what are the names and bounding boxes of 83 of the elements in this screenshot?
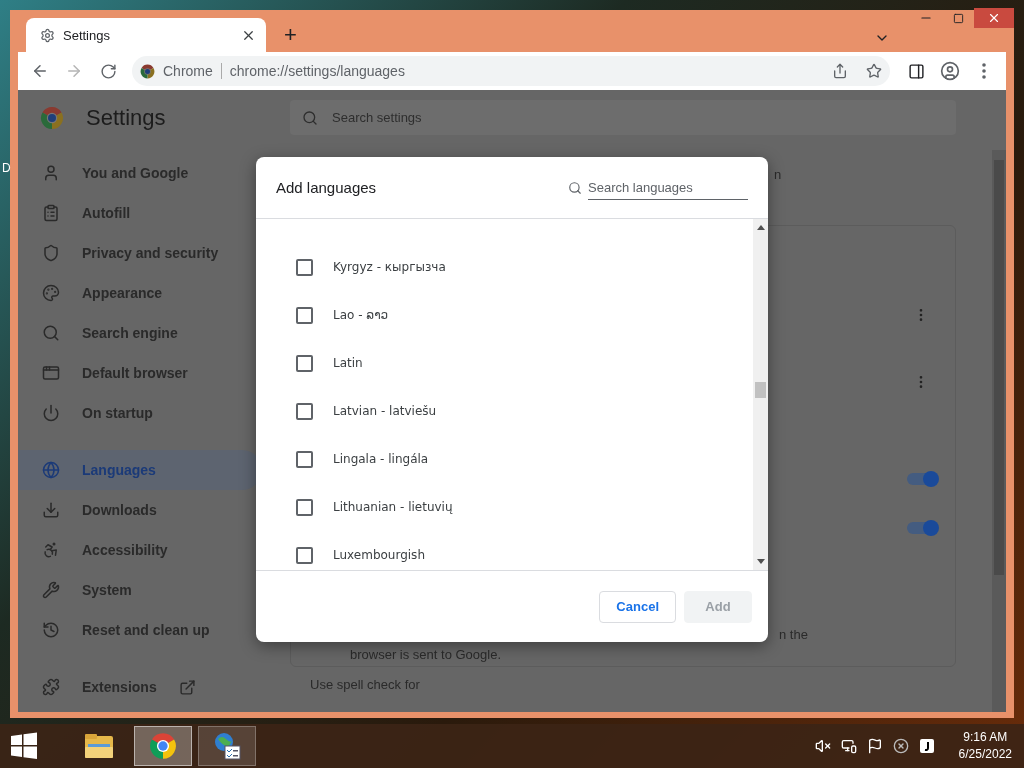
puzzle-icon — [42, 678, 60, 696]
checkbox[interactable] — [296, 498, 313, 516]
address-bar[interactable]: Chrome chrome://settings/languages — [132, 56, 890, 86]
shield-icon — [42, 244, 60, 262]
search-field[interactable]: Search settings — [290, 100, 956, 135]
windows-logo-icon — [10, 732, 38, 760]
toggle-switch[interactable] — [907, 471, 939, 487]
checkbox[interactable] — [296, 354, 313, 372]
language-label: Latvian - latviešu — [333, 404, 437, 418]
language-label: Latin — [333, 356, 363, 370]
language-label: Lao - ລາວ — [333, 308, 389, 322]
close-icon — [987, 11, 1001, 25]
sidebar-item[interactable]: Accessibility — [18, 530, 262, 570]
search-icon — [302, 109, 318, 126]
maximize-icon — [952, 12, 964, 24]
checkbox[interactable] — [296, 402, 313, 420]
taskbar-app-button[interactable] — [198, 726, 256, 766]
share-icon[interactable] — [832, 63, 848, 79]
text-fragment: n — [774, 167, 782, 182]
language-label: Lingala - lingála — [333, 452, 429, 466]
search-icon — [42, 324, 60, 342]
side-panel-icon — [907, 62, 925, 80]
dialog-title: Add languages — [276, 179, 377, 196]
clipboard-icon — [42, 204, 60, 222]
sidebar-item[interactable]: Reset and clean up — [18, 610, 262, 650]
language-label: Luxembourgish — [333, 548, 425, 562]
circle-x-icon[interactable] — [892, 738, 909, 754]
sidebar-item[interactable]: Default browser — [18, 353, 262, 393]
chrome-logo-icon — [149, 732, 177, 760]
gear-icon — [40, 27, 55, 43]
folder-icon — [84, 732, 114, 760]
reload-icon — [99, 62, 117, 80]
profile-icon — [940, 61, 960, 81]
globe-icon — [42, 461, 60, 479]
sidebar-item[interactable]: Downloads — [18, 490, 262, 530]
sidebar-item[interactable]: System — [18, 570, 262, 610]
history-icon — [42, 621, 60, 639]
speaker-muted-icon[interactable] — [814, 738, 831, 754]
search-icon — [568, 180, 582, 195]
network-icon[interactable] — [840, 738, 857, 754]
sidebar-item[interactable]: Autofill — [18, 193, 262, 233]
flag-icon[interactable] — [866, 738, 883, 754]
menu-icon — [982, 63, 986, 79]
checkbox[interactable] — [296, 258, 313, 276]
sidebar-item[interactable]: Search engine — [18, 313, 262, 353]
site-chip: Chrome — [163, 63, 222, 79]
external-link-icon — [178, 678, 196, 696]
checkbox[interactable] — [296, 546, 313, 564]
chrome-logo-icon — [40, 106, 64, 130]
tab-title: Settings — [63, 27, 111, 43]
globe-checklist-icon — [212, 731, 242, 761]
clock[interactable]: 9:16 AM 6/25/2022 — [958, 729, 1012, 763]
browser-tab[interactable]: Settings — [26, 18, 266, 52]
checkbox[interactable] — [296, 450, 313, 468]
toggle-switch[interactable] — [907, 520, 939, 536]
checkbox[interactable] — [296, 306, 313, 324]
clock-date: 6/25/2022 — [958, 746, 1012, 763]
cancel-button[interactable]: Cancel — [599, 590, 676, 623]
power-icon — [42, 404, 60, 422]
settings-title: Settings — [86, 105, 166, 131]
section-label: Use spell check for — [310, 677, 420, 692]
j-app-icon[interactable] — [918, 738, 935, 754]
person-icon — [42, 164, 60, 182]
bookmark-star-icon[interactable] — [866, 63, 882, 79]
text-fragment: n the — [779, 627, 808, 642]
accessibility-icon — [42, 541, 60, 559]
chrome-logo-icon — [140, 63, 155, 79]
desktop-icon-label: D — [2, 161, 11, 175]
sidebar-item[interactable]: Appearance — [18, 273, 262, 313]
download-icon — [42, 501, 60, 519]
language-label: Kyrgyz - кыргызча — [333, 260, 446, 274]
palette-icon — [42, 284, 60, 302]
url-text: chrome://settings/languages — [229, 63, 406, 79]
clock-time: 9:16 AM — [963, 729, 1008, 746]
arrow-right-icon — [65, 62, 83, 80]
sidebar-item[interactable]: Extensions — [18, 667, 262, 707]
sidebar-item[interactable]: Privacy and security — [18, 233, 262, 273]
browser-window-icon — [42, 364, 60, 382]
new-tab-button[interactable]: + — [278, 22, 303, 48]
language-label: Lithuanian - lietuvių — [333, 500, 453, 514]
sidebar-item[interactable]: You and Google — [18, 153, 262, 193]
wrench-icon — [42, 581, 60, 599]
sidebar-item[interactable]: On startup — [18, 393, 262, 433]
